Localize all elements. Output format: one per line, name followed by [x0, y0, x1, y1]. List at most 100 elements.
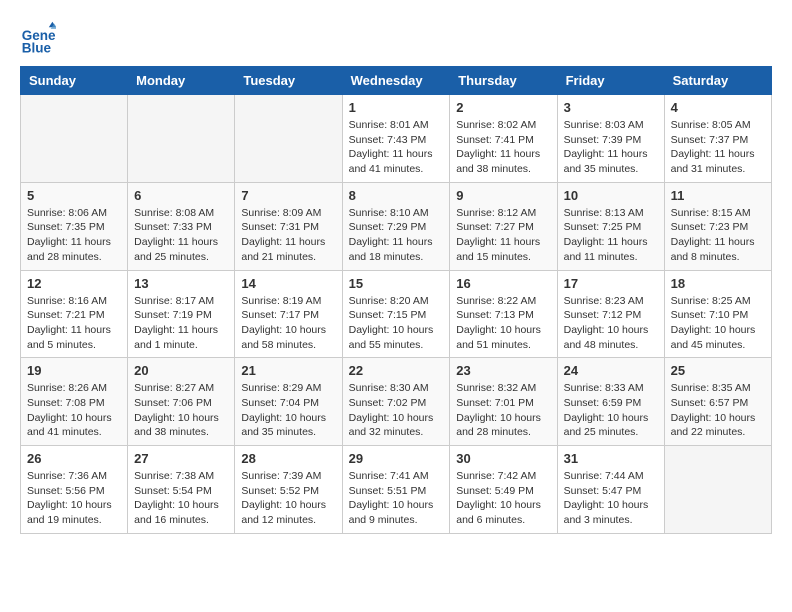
weekday-header-cell: Tuesday	[235, 67, 342, 95]
day-info: Sunrise: 8:12 AMSunset: 7:27 PMDaylight:…	[456, 206, 550, 265]
calendar-day-cell: 29 Sunrise: 7:41 AMSunset: 5:51 PMDayligh…	[342, 446, 450, 534]
calendar-day-cell: 11 Sunrise: 8:15 AMSunset: 7:23 PMDayligh…	[664, 182, 771, 270]
day-number: 27	[134, 451, 228, 466]
calendar-day-cell: 2 Sunrise: 8:02 AMSunset: 7:41 PMDaylight…	[450, 95, 557, 183]
day-number: 23	[456, 363, 550, 378]
day-number: 25	[671, 363, 765, 378]
calendar-day-cell: 30 Sunrise: 7:42 AMSunset: 5:49 PMDayligh…	[450, 446, 557, 534]
day-info: Sunrise: 8:19 AMSunset: 7:17 PMDaylight:…	[241, 294, 335, 353]
weekday-header-cell: Thursday	[450, 67, 557, 95]
day-number: 24	[564, 363, 658, 378]
calendar-day-cell: 4 Sunrise: 8:05 AMSunset: 7:37 PMDaylight…	[664, 95, 771, 183]
calendar-day-cell: 13Sunrise: 8:17 AMSunset: 7:19 PMDayligh…	[128, 270, 235, 358]
day-number: 2	[456, 100, 550, 115]
calendar-week-row: 12 Sunrise: 8:16 AMSunset: 7:21 PMDayligh…	[21, 270, 772, 358]
day-info: Sunrise: 7:44 AMSunset: 5:47 PMDaylight:…	[564, 469, 658, 528]
day-number: 18	[671, 276, 765, 291]
calendar-day-cell	[128, 95, 235, 183]
day-info: Sunrise: 7:41 AMSunset: 5:51 PMDaylight:…	[349, 469, 444, 528]
day-info: Sunrise: 8:13 AMSunset: 7:25 PMDaylight:…	[564, 206, 658, 265]
calendar-day-cell	[664, 446, 771, 534]
day-number: 15	[349, 276, 444, 291]
day-info: Sunrise: 8:35 AMSunset: 6:57 PMDaylight:…	[671, 381, 765, 440]
page-header: General Blue	[20, 20, 772, 56]
calendar-day-cell: 17 Sunrise: 8:23 AMSunset: 7:12 PMDayligh…	[557, 270, 664, 358]
logo-icon: General Blue	[20, 20, 56, 56]
day-info: Sunrise: 8:03 AMSunset: 7:39 PMDaylight:…	[564, 118, 658, 177]
day-number: 6	[134, 188, 228, 203]
day-info: Sunrise: 8:15 AMSunset: 7:23 PMDaylight:…	[671, 206, 765, 265]
calendar-day-cell: 22 Sunrise: 8:30 AMSunset: 7:02 PMDayligh…	[342, 358, 450, 446]
calendar-table: SundayMondayTuesdayWednesdayThursdayFrid…	[20, 66, 772, 534]
calendar-day-cell: 3Sunrise: 8:03 AMSunset: 7:39 PMDaylight…	[557, 95, 664, 183]
day-info: Sunrise: 8:17 AMSunset: 7:19 PMDaylight:…	[134, 294, 228, 353]
calendar-day-cell: 12 Sunrise: 8:16 AMSunset: 7:21 PMDayligh…	[21, 270, 128, 358]
weekday-header-cell: Sunday	[21, 67, 128, 95]
day-info: Sunrise: 8:05 AMSunset: 7:37 PMDaylight:…	[671, 118, 765, 177]
day-info: Sunrise: 8:23 AMSunset: 7:12 PMDaylight:…	[564, 294, 658, 353]
day-info: Sunrise: 8:10 AMSunset: 7:29 PMDaylight:…	[349, 206, 444, 265]
calendar-day-cell: 26 Sunrise: 7:36 AMSunset: 5:56 PMDayligh…	[21, 446, 128, 534]
weekday-header-row: SundayMondayTuesdayWednesdayThursdayFrid…	[21, 67, 772, 95]
day-number: 11	[671, 188, 765, 203]
day-number: 21	[241, 363, 335, 378]
day-number: 16	[456, 276, 550, 291]
day-info: Sunrise: 8:06 AMSunset: 7:35 PMDaylight:…	[27, 206, 121, 265]
calendar-day-cell: 23 Sunrise: 8:32 AMSunset: 7:01 PMDayligh…	[450, 358, 557, 446]
day-info: Sunrise: 8:20 AMSunset: 7:15 PMDaylight:…	[349, 294, 444, 353]
day-info: Sunrise: 8:02 AMSunset: 7:41 PMDaylight:…	[456, 118, 550, 177]
day-number: 19	[27, 363, 121, 378]
calendar-day-cell: 8Sunrise: 8:10 AMSunset: 7:29 PMDaylight…	[342, 182, 450, 270]
calendar-week-row: 19Sunrise: 8:26 AMSunset: 7:08 PMDayligh…	[21, 358, 772, 446]
day-info: Sunrise: 8:27 AMSunset: 7:06 PMDaylight:…	[134, 381, 228, 440]
calendar-day-cell: 27 Sunrise: 7:38 AMSunset: 5:54 PMDayligh…	[128, 446, 235, 534]
day-info: Sunrise: 7:42 AMSunset: 5:49 PMDaylight:…	[456, 469, 550, 528]
weekday-header-cell: Wednesday	[342, 67, 450, 95]
calendar-day-cell: 21 Sunrise: 8:29 AMSunset: 7:04 PMDayligh…	[235, 358, 342, 446]
day-info: Sunrise: 8:30 AMSunset: 7:02 PMDaylight:…	[349, 381, 444, 440]
day-info: Sunrise: 8:25 AMSunset: 7:10 PMDaylight:…	[671, 294, 765, 353]
day-number: 30	[456, 451, 550, 466]
calendar-day-cell: 20 Sunrise: 8:27 AMSunset: 7:06 PMDayligh…	[128, 358, 235, 446]
day-number: 5	[27, 188, 121, 203]
day-number: 17	[564, 276, 658, 291]
calendar-week-row: 5 Sunrise: 8:06 AMSunset: 7:35 PMDaylight…	[21, 182, 772, 270]
calendar-day-cell: 14 Sunrise: 8:19 AMSunset: 7:17 PMDayligh…	[235, 270, 342, 358]
weekday-header-cell: Saturday	[664, 67, 771, 95]
svg-text:Blue: Blue	[22, 40, 52, 55]
calendar-body: 1 Sunrise: 8:01 AMSunset: 7:43 PMDaylight…	[21, 95, 772, 534]
calendar-day-cell: 16 Sunrise: 8:22 AMSunset: 7:13 PMDayligh…	[450, 270, 557, 358]
logo: General Blue	[20, 20, 62, 56]
day-number: 1	[349, 100, 444, 115]
day-info: Sunrise: 8:16 AMSunset: 7:21 PMDaylight:…	[27, 294, 121, 353]
calendar-day-cell: 25 Sunrise: 8:35 AMSunset: 6:57 PMDayligh…	[664, 358, 771, 446]
day-number: 12	[27, 276, 121, 291]
day-info: Sunrise: 7:39 AMSunset: 5:52 PMDaylight:…	[241, 469, 335, 528]
day-info: Sunrise: 8:09 AMSunset: 7:31 PMDaylight:…	[241, 206, 335, 265]
day-number: 22	[349, 363, 444, 378]
day-info: Sunrise: 7:38 AMSunset: 5:54 PMDaylight:…	[134, 469, 228, 528]
day-info: Sunrise: 8:01 AMSunset: 7:43 PMDaylight:…	[349, 118, 444, 177]
calendar-day-cell: 6 Sunrise: 8:08 AMSunset: 7:33 PMDaylight…	[128, 182, 235, 270]
day-info: Sunrise: 8:32 AMSunset: 7:01 PMDaylight:…	[456, 381, 550, 440]
day-number: 7	[241, 188, 335, 203]
day-number: 10	[564, 188, 658, 203]
day-number: 28	[241, 451, 335, 466]
day-info: Sunrise: 8:29 AMSunset: 7:04 PMDaylight:…	[241, 381, 335, 440]
calendar-day-cell	[21, 95, 128, 183]
calendar-day-cell: 24Sunrise: 8:33 AMSunset: 6:59 PMDayligh…	[557, 358, 664, 446]
day-number: 31	[564, 451, 658, 466]
calendar-day-cell: 19Sunrise: 8:26 AMSunset: 7:08 PMDayligh…	[21, 358, 128, 446]
day-info: Sunrise: 7:36 AMSunset: 5:56 PMDaylight:…	[27, 469, 121, 528]
day-number: 26	[27, 451, 121, 466]
day-number: 4	[671, 100, 765, 115]
calendar-day-cell: 5 Sunrise: 8:06 AMSunset: 7:35 PMDaylight…	[21, 182, 128, 270]
day-number: 29	[349, 451, 444, 466]
day-number: 20	[134, 363, 228, 378]
day-info: Sunrise: 8:08 AMSunset: 7:33 PMDaylight:…	[134, 206, 228, 265]
calendar-day-cell	[235, 95, 342, 183]
day-number: 9	[456, 188, 550, 203]
calendar-day-cell: 31 Sunrise: 7:44 AMSunset: 5:47 PMDayligh…	[557, 446, 664, 534]
day-number: 14	[241, 276, 335, 291]
day-info: Sunrise: 8:22 AMSunset: 7:13 PMDaylight:…	[456, 294, 550, 353]
